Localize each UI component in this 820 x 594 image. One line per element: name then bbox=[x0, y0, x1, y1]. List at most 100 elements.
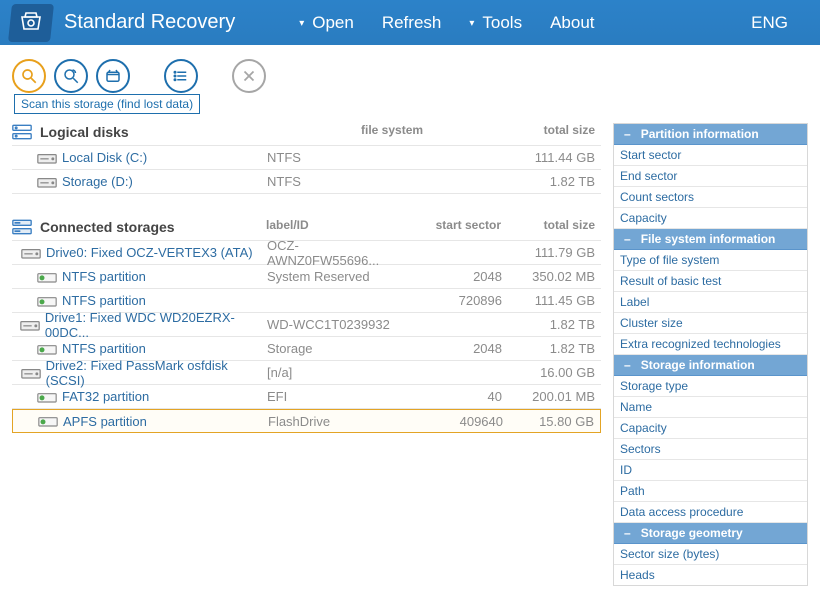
row-label: OCZ-AWNZ0FW55696... bbox=[267, 238, 407, 268]
partition-row[interactable]: APFS partition FlashDrive40964015.80 GB bbox=[12, 409, 601, 433]
menu-tools[interactable]: Tools bbox=[455, 7, 536, 39]
row-size: 15.80 GB bbox=[503, 414, 600, 429]
property-group-header[interactable]: –File system information bbox=[614, 229, 807, 250]
ntfs-icon bbox=[36, 269, 58, 285]
property-group-header[interactable]: –Storage information bbox=[614, 355, 807, 376]
toolbar: Scan this storage (find lost data) bbox=[0, 45, 820, 93]
col-total-size: total size bbox=[501, 123, 601, 141]
partition-row[interactable]: NTFS partition System Reserved2048350.02 … bbox=[12, 265, 601, 289]
property-group-header[interactable]: –Storage geometry bbox=[614, 523, 807, 544]
group-title: Storage information bbox=[641, 358, 755, 372]
col-total-size-2: total size bbox=[501, 218, 601, 236]
disk-fs: NTFS bbox=[267, 150, 407, 165]
row-name: FAT32 partition bbox=[62, 389, 149, 404]
property-row[interactable]: Heads bbox=[614, 565, 807, 585]
collapse-icon: – bbox=[624, 526, 631, 540]
property-row[interactable]: Name bbox=[614, 397, 807, 418]
drive-row[interactable]: Drive1: Fixed WDC WD20EZRX-00DC...WD-WCC… bbox=[12, 313, 601, 337]
drive-icon bbox=[20, 245, 42, 261]
property-group-header[interactable]: –Partition information bbox=[614, 124, 807, 145]
disk-name: Storage (D:) bbox=[62, 174, 133, 189]
row-name: APFS partition bbox=[63, 414, 147, 429]
property-row[interactable]: Start sector bbox=[614, 145, 807, 166]
fat-icon bbox=[36, 389, 58, 405]
property-row[interactable]: ID bbox=[614, 460, 807, 481]
row-name: NTFS partition bbox=[62, 293, 146, 308]
toolbar-scan-button[interactable] bbox=[12, 59, 46, 93]
row-start: 409640 bbox=[408, 414, 503, 429]
row-label: WD-WCC1T0239932 bbox=[267, 317, 407, 332]
property-row[interactable]: Capacity bbox=[614, 418, 807, 439]
col-label-id: label/ID bbox=[266, 218, 406, 236]
collapse-icon: – bbox=[624, 232, 631, 246]
collapse-icon: – bbox=[624, 358, 631, 372]
group-title: Storage geometry bbox=[641, 526, 743, 540]
row-size: 111.79 GB bbox=[502, 245, 601, 260]
row-name: Drive1: Fixed WDC WD20EZRX-00DC... bbox=[45, 310, 267, 340]
logical-disks-section: Logical disks file system total size Loc… bbox=[12, 123, 601, 194]
app-title: Standard Recovery bbox=[64, 11, 235, 34]
property-row[interactable]: Data access procedure bbox=[614, 502, 807, 523]
property-row[interactable]: Sector size (bytes) bbox=[614, 544, 807, 565]
toolbar-tooltip: Scan this storage (find lost data) bbox=[14, 94, 200, 114]
property-row[interactable]: Type of file system bbox=[614, 250, 807, 271]
property-row[interactable]: Extra recognized technologies bbox=[614, 334, 807, 355]
connected-storages-icon bbox=[12, 219, 34, 235]
row-start: 720896 bbox=[407, 293, 502, 308]
main-area: Logical disks file system total size Loc… bbox=[0, 93, 820, 594]
ntfs-icon bbox=[36, 341, 58, 357]
disk-icon bbox=[36, 150, 58, 166]
disk-icon bbox=[36, 174, 58, 190]
logical-disk-row[interactable]: Storage (D:) NTFS 1.82 TB bbox=[12, 170, 601, 194]
toolbar-save-button[interactable] bbox=[96, 59, 130, 93]
property-row[interactable]: Result of basic test bbox=[614, 271, 807, 292]
menu-open[interactable]: Open bbox=[285, 7, 368, 39]
row-name: Drive0: Fixed OCZ-VERTEX3 (ATA) bbox=[46, 245, 253, 260]
row-size: 111.45 GB bbox=[502, 293, 601, 308]
disk-size: 111.44 GB bbox=[502, 150, 601, 165]
row-name: Drive2: Fixed PassMark osfdisk (SCSI) bbox=[46, 358, 267, 388]
property-row[interactable]: Storage type bbox=[614, 376, 807, 397]
menu-language[interactable]: ENG bbox=[737, 7, 802, 39]
connected-storages-section: Connected storages label/ID start sector… bbox=[12, 218, 601, 433]
row-name: NTFS partition bbox=[62, 269, 146, 284]
property-row[interactable]: Count sectors bbox=[614, 187, 807, 208]
row-start: 2048 bbox=[407, 269, 502, 284]
group-title: Partition information bbox=[641, 127, 759, 141]
toolbar-list-button[interactable] bbox=[164, 59, 198, 93]
logical-disk-row[interactable]: Local Disk (C:) NTFS 111.44 GB bbox=[12, 146, 601, 170]
row-size: 200.01 MB bbox=[502, 389, 601, 404]
property-row[interactable]: Cluster size bbox=[614, 313, 807, 334]
row-label: System Reserved bbox=[267, 269, 407, 284]
row-label: FlashDrive bbox=[268, 414, 408, 429]
property-row[interactable]: End sector bbox=[614, 166, 807, 187]
row-size: 1.82 TB bbox=[502, 317, 601, 332]
row-start: 40 bbox=[407, 389, 502, 404]
properties-panel: –Partition informationStart sectorEnd se… bbox=[613, 123, 808, 586]
property-row[interactable]: Sectors bbox=[614, 439, 807, 460]
connected-storages-title: Connected storages bbox=[40, 219, 175, 235]
property-row[interactable]: Label bbox=[614, 292, 807, 313]
disk-fs: NTFS bbox=[267, 174, 407, 189]
toolbar-resume-scan-button[interactable] bbox=[54, 59, 88, 93]
menu-about[interactable]: About bbox=[536, 7, 608, 39]
row-label: EFI bbox=[267, 389, 407, 404]
collapse-icon: – bbox=[624, 127, 631, 141]
logical-disks-icon bbox=[12, 124, 34, 140]
property-row[interactable]: Capacity bbox=[614, 208, 807, 229]
row-size: 350.02 MB bbox=[502, 269, 601, 284]
partition-row[interactable]: FAT32 partition EFI40200.01 MB bbox=[12, 385, 601, 409]
drive-row[interactable]: Drive0: Fixed OCZ-VERTEX3 (ATA) OCZ-AWNZ0… bbox=[12, 241, 601, 265]
menubar: Standard Recovery Open Refresh Tools Abo… bbox=[0, 0, 820, 45]
disk-size: 1.82 TB bbox=[502, 174, 601, 189]
row-name: NTFS partition bbox=[62, 341, 146, 356]
col-file-system: file system bbox=[361, 123, 501, 141]
drive-icon bbox=[20, 317, 41, 333]
toolbar-close-button[interactable] bbox=[232, 59, 266, 93]
storage-tree: Logical disks file system total size Loc… bbox=[12, 123, 601, 433]
row-label: [n/a] bbox=[267, 365, 407, 380]
drive-row[interactable]: Drive2: Fixed PassMark osfdisk (SCSI)[n/… bbox=[12, 361, 601, 385]
disk-name: Local Disk (C:) bbox=[62, 150, 147, 165]
property-row[interactable]: Path bbox=[614, 481, 807, 502]
menu-refresh[interactable]: Refresh bbox=[368, 7, 456, 39]
